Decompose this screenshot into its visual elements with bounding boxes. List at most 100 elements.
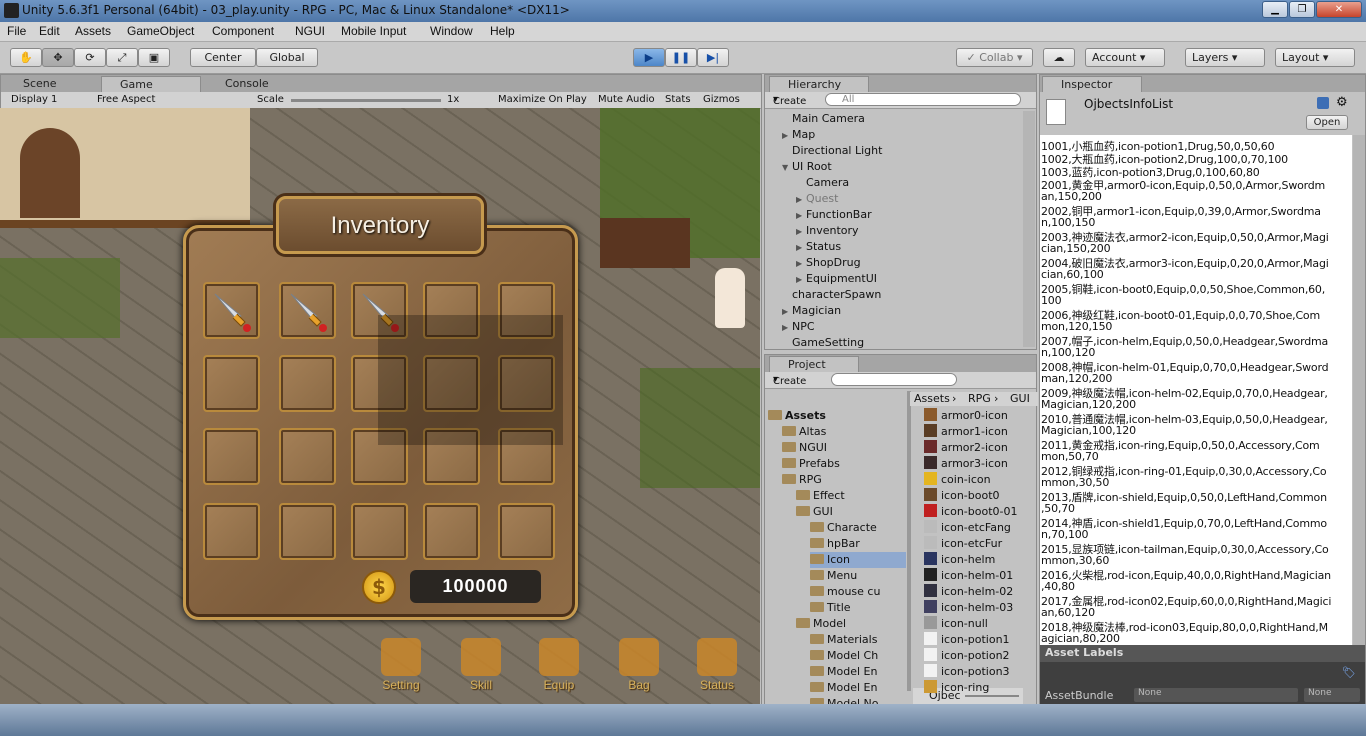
menu-component[interactable]: Component xyxy=(212,24,274,38)
project-create-dropdown[interactable]: Create ▾ xyxy=(773,374,806,387)
book-help-icon[interactable] xyxy=(1317,97,1329,109)
asset-item[interactable]: icon-helm-03 xyxy=(924,600,1013,616)
asset-item[interactable]: icon-null xyxy=(924,616,988,632)
function-bar-status-label[interactable]: Status xyxy=(682,678,752,692)
function-bar-skill-icon[interactable] xyxy=(461,638,501,676)
hierarchy-item[interactable]: ▶ NPC xyxy=(782,319,815,335)
project-folder[interactable]: Icon xyxy=(810,552,906,568)
tab-hierarchy[interactable]: Hierarchy xyxy=(769,76,869,92)
expand-arrow-icon[interactable]: ▶ xyxy=(796,256,806,272)
scale-tool-icon[interactable]: ⤢ xyxy=(106,48,138,67)
project-folder[interactable]: Altas xyxy=(782,424,826,440)
inventory-slot[interactable] xyxy=(203,282,260,339)
menu-ngui[interactable]: NGUI xyxy=(295,24,325,38)
inventory-slot[interactable] xyxy=(498,503,555,560)
inventory-slot[interactable] xyxy=(203,355,260,412)
pivot-center-button[interactable]: Center xyxy=(190,48,256,67)
inventory-slot[interactable] xyxy=(279,282,336,339)
project-folder[interactable]: RPG xyxy=(782,472,822,488)
project-folder[interactable]: Prefabs xyxy=(782,456,840,472)
hierarchy-item[interactable]: ▶ Status xyxy=(796,239,841,255)
sword-icon[interactable] xyxy=(287,290,331,334)
hierarchy-item[interactable]: ▼ UI Root xyxy=(782,159,832,175)
breadcrumb-gui[interactable]: GUI xyxy=(1010,392,1030,405)
layers-dropdown[interactable]: Layers ▾ xyxy=(1185,48,1265,67)
menu-window[interactable]: Window xyxy=(430,24,473,38)
scale-slider[interactable] xyxy=(291,99,441,102)
hierarchy-item[interactable]: ▶ EquipmentUI xyxy=(796,271,877,287)
asset-item[interactable]: icon-boot0 xyxy=(924,488,1000,504)
open-button[interactable]: Open xyxy=(1306,115,1348,130)
expand-arrow-icon[interactable]: ▶ xyxy=(796,240,806,256)
project-folder[interactable]: GUI xyxy=(796,504,833,520)
minimize-button[interactable]: ▁ xyxy=(1262,1,1288,18)
asset-item[interactable]: icon-helm xyxy=(924,552,995,568)
project-folder[interactable]: Model En xyxy=(810,680,877,696)
asset-bundle-dropdown[interactable]: None xyxy=(1134,688,1298,702)
project-folder[interactable]: mouse cu xyxy=(810,584,880,600)
maximize-on-play-toggle[interactable]: Maximize On Play xyxy=(498,94,587,105)
hierarchy-item[interactable]: ▶ Magician xyxy=(782,303,841,319)
gizmos-dropdown[interactable]: Gizmos xyxy=(703,94,740,105)
inventory-slot[interactable] xyxy=(279,503,336,560)
sword-icon[interactable] xyxy=(211,290,255,334)
asset-item[interactable]: icon-etcFur xyxy=(924,536,1002,552)
gear-icon[interactable]: ⚙ xyxy=(1336,95,1348,110)
aspect-dropdown[interactable]: Free Aspect xyxy=(97,94,155,105)
step-button[interactable]: ▶| xyxy=(697,48,729,67)
project-folder[interactable]: hpBar xyxy=(810,536,860,552)
asset-item[interactable]: icon-boot0-01 xyxy=(924,504,1018,520)
asset-item[interactable]: icon-potion1 xyxy=(924,632,1010,648)
function-bar-setting-icon[interactable] xyxy=(381,638,421,676)
stats-toggle[interactable]: Stats xyxy=(665,94,691,105)
play-button[interactable]: ▶ xyxy=(633,48,665,67)
expand-arrow-icon[interactable]: ▶ xyxy=(782,128,792,144)
asset-item[interactable]: icon-helm-01 xyxy=(924,568,1013,584)
hierarchy-item[interactable]: ▶ Quest xyxy=(796,191,838,207)
mute-audio-toggle[interactable]: Mute Audio xyxy=(598,94,655,105)
inventory-slot[interactable] xyxy=(203,503,260,560)
project-folder[interactable]: Model En xyxy=(810,664,877,680)
menu-help[interactable]: Help xyxy=(490,24,515,38)
layout-dropdown[interactable]: Layout ▾ xyxy=(1275,48,1355,67)
collab-button[interactable]: ✓ Collab ▾ xyxy=(956,48,1033,67)
menu-assets[interactable]: Assets xyxy=(75,24,111,38)
hierarchy-item[interactable]: GameSetting xyxy=(782,335,864,351)
expand-arrow-icon[interactable]: ▶ xyxy=(796,208,806,224)
function-bar-bag-icon[interactable] xyxy=(619,638,659,676)
function-bar-skill-label[interactable]: Skill xyxy=(446,678,516,692)
hierarchy-item[interactable]: Main Camera xyxy=(782,111,865,127)
project-folder[interactable]: NGUI xyxy=(782,440,827,456)
project-folder[interactable]: Characte xyxy=(810,520,877,536)
function-bar-setting-label[interactable]: Setting xyxy=(366,678,436,692)
asset-item[interactable]: coin-icon xyxy=(924,472,991,488)
tab-game[interactable]: Game xyxy=(101,76,201,92)
label-tag-icon[interactable]: 🏷 xyxy=(1342,666,1356,679)
asset-item[interactable]: icon-potion2 xyxy=(924,648,1010,664)
hierarchy-search-input[interactable]: All xyxy=(825,93,1021,106)
hierarchy-scrollbar[interactable] xyxy=(1023,111,1035,347)
menu-edit[interactable]: Edit xyxy=(39,24,60,38)
inventory-slot[interactable] xyxy=(351,503,408,560)
project-folder[interactable]: Effect xyxy=(796,488,845,504)
asset-item[interactable]: armor1-icon xyxy=(924,424,1008,440)
inventory-slot[interactable] xyxy=(203,428,260,485)
tab-project[interactable]: Project xyxy=(769,356,859,372)
asset-item[interactable]: icon-helm-02 xyxy=(924,584,1013,600)
inspector-scrollbar[interactable] xyxy=(1353,135,1365,645)
function-bar-equip-icon[interactable] xyxy=(539,638,579,676)
expand-arrow-icon[interactable]: ▶ xyxy=(782,320,792,336)
asset-item[interactable]: icon-potion3 xyxy=(924,664,1010,680)
asset-item[interactable]: armor3-icon xyxy=(924,456,1008,472)
expand-arrow-icon[interactable]: ▶ xyxy=(796,272,806,288)
breadcrumb-assets[interactable]: Assets xyxy=(914,392,950,405)
account-dropdown[interactable]: Account ▾ xyxy=(1085,48,1165,67)
asset-variant-dropdown[interactable]: None xyxy=(1304,688,1360,702)
pause-button[interactable]: ❚❚ xyxy=(665,48,697,67)
menu-mobile-input[interactable]: Mobile Input xyxy=(341,24,406,38)
expand-arrow-icon[interactable]: ▶ xyxy=(782,304,792,320)
inventory-slot[interactable] xyxy=(423,503,480,560)
hierarchy-create-dropdown[interactable]: Create ▾ xyxy=(773,94,806,107)
hierarchy-item[interactable]: ▶ Map xyxy=(782,127,815,143)
asset-item[interactable]: icon-etcFang xyxy=(924,520,1011,536)
